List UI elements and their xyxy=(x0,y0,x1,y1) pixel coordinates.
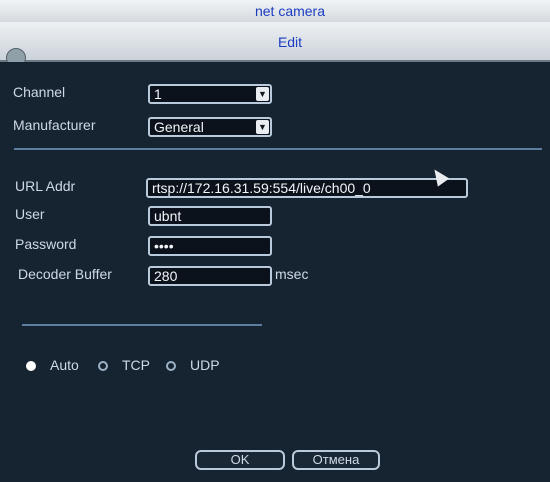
radio-auto-label: Auto xyxy=(50,357,79,373)
password-input[interactable]: •••• xyxy=(148,236,272,256)
radio-udp[interactable] xyxy=(166,361,176,371)
manufacturer-label: Manufacturer xyxy=(13,117,96,133)
user-label: User xyxy=(15,206,45,222)
url-input[interactable]: rtsp://172.16.31.59:554/live/ch00_0 xyxy=(146,178,468,198)
manufacturer-select[interactable]: General ▼ xyxy=(148,117,272,137)
dialog-titlebar: Edit xyxy=(0,22,550,68)
channel-value: 1 xyxy=(154,86,162,102)
radio-udp-label: UDP xyxy=(190,357,220,373)
dialog-title: Edit xyxy=(277,34,303,50)
decoder-buffer-input[interactable]: 280 xyxy=(148,266,272,286)
decoder-buffer-label: Decoder Buffer xyxy=(18,266,112,282)
channel-label: Channel xyxy=(13,84,66,100)
chevron-down-icon[interactable]: ▼ xyxy=(256,120,269,134)
cancel-button[interactable]: Отмена xyxy=(292,450,380,470)
channel-select[interactable]: 1 ▼ xyxy=(148,84,272,104)
radio-tcp[interactable] xyxy=(98,361,108,371)
protocol-divider xyxy=(22,324,262,326)
decoder-buffer-unit: msec xyxy=(275,266,309,282)
parent-window-titlebar: net camera xyxy=(0,0,550,23)
radio-tcp-label: TCP xyxy=(122,357,150,373)
chevron-down-icon[interactable]: ▼ xyxy=(256,87,269,101)
window-title: net camera xyxy=(254,3,326,19)
url-label: URL Addr xyxy=(15,178,76,194)
user-input[interactable]: ubnt xyxy=(148,206,272,226)
section-divider xyxy=(14,148,542,150)
password-label: Password xyxy=(15,236,77,252)
manufacturer-value: General xyxy=(154,119,204,135)
radio-auto[interactable] xyxy=(26,361,36,371)
ok-button[interactable]: OK xyxy=(195,450,285,470)
